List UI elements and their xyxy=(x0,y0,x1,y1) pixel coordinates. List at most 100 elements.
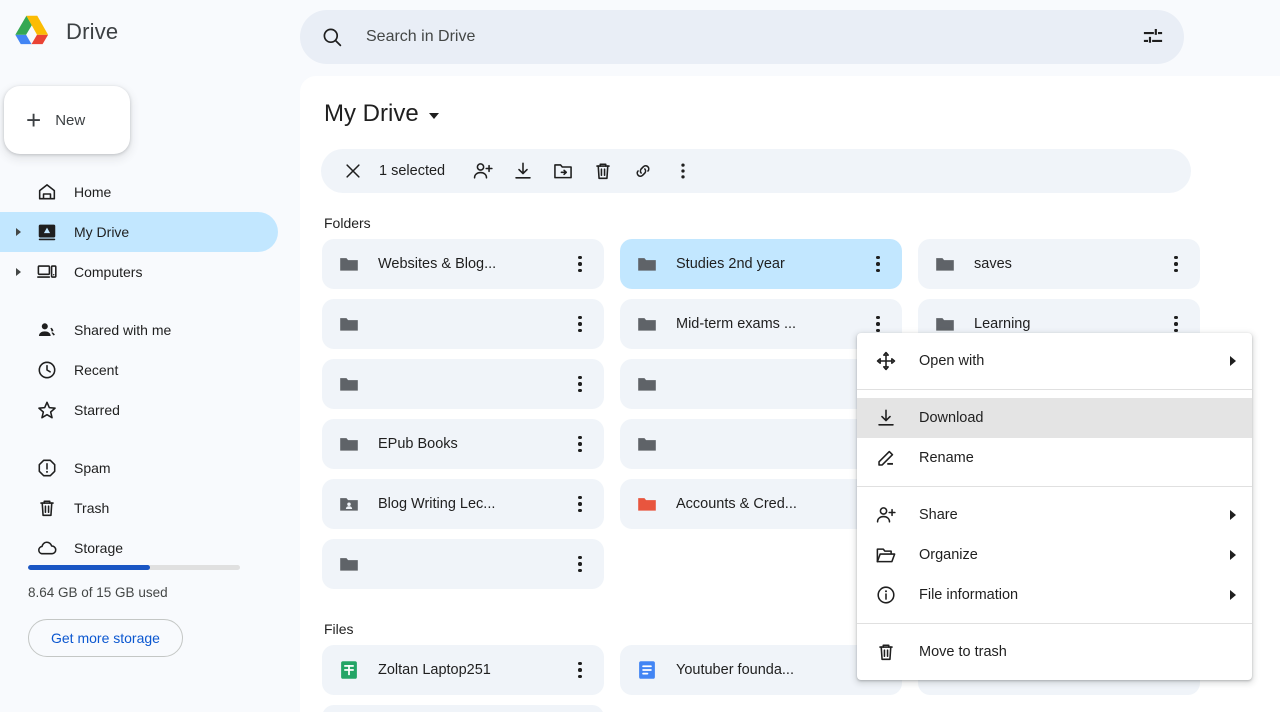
more-vert-icon xyxy=(578,554,582,574)
item-more-button[interactable] xyxy=(564,488,596,520)
folder-card[interactable]: saves xyxy=(918,239,1200,289)
folder-icon xyxy=(340,558,358,571)
toolbar-get-link-button[interactable] xyxy=(623,151,663,191)
sidebar-item-home[interactable]: Home xyxy=(0,172,278,212)
more-vert-icon xyxy=(578,314,582,334)
folder-card[interactable]: Studies 2nd year xyxy=(620,239,902,289)
nav-divider-gap-2 xyxy=(0,430,300,448)
folder-card[interactable] xyxy=(322,539,604,589)
toolbar-share-button[interactable] xyxy=(463,151,503,191)
more-vert-icon xyxy=(578,254,582,274)
folder-card[interactable]: Blog Writing Lec... xyxy=(322,479,604,529)
folder-card[interactable] xyxy=(322,299,604,349)
item-more-button[interactable] xyxy=(564,308,596,340)
folder-icon xyxy=(340,378,358,391)
menu-item-download[interactable]: Download xyxy=(857,398,1252,438)
storage-progress-fill xyxy=(28,565,151,570)
item-more-button[interactable] xyxy=(564,428,596,460)
folder-name: Mid-term exams ... xyxy=(676,316,797,332)
more-vert-icon xyxy=(876,254,880,274)
folder-name: Learning xyxy=(974,316,1031,332)
sidebar-item-shared-with-me[interactable]: Shared with me xyxy=(0,310,278,350)
more-vert-icon xyxy=(876,314,880,334)
sidebar-item-storage[interactable]: Storage xyxy=(0,528,278,568)
menu-item-label: Open with xyxy=(919,353,985,369)
folder-name: Studies 2nd year xyxy=(676,256,785,272)
folder-card[interactable]: EPub Books xyxy=(322,419,604,469)
folder-name: Blog Writing Lec... xyxy=(378,496,496,512)
get-more-storage-button[interactable]: Get more storage xyxy=(28,619,183,657)
menu-item-move-to-trash[interactable]: Move to trash xyxy=(857,632,1252,672)
google-drive-logo xyxy=(15,15,49,45)
sidebar: Drive + New Home My Drive Computers Shar… xyxy=(0,0,300,712)
more-vert-icon xyxy=(1174,254,1178,274)
folder-icon xyxy=(340,438,358,451)
home-icon xyxy=(38,184,56,200)
item-more-button[interactable] xyxy=(564,248,596,280)
person-add-icon xyxy=(876,507,896,523)
menu-item-label: Rename xyxy=(919,450,974,466)
more-vert-icon xyxy=(578,434,582,454)
people-icon xyxy=(38,323,55,337)
file-card[interactable] xyxy=(322,705,604,712)
search-input[interactable] xyxy=(366,28,1140,46)
menu-separator xyxy=(857,389,1252,390)
item-more-button[interactable] xyxy=(564,368,596,400)
folder-card[interactable]: Websites & Blog... xyxy=(322,239,604,289)
menu-item-label: Organize xyxy=(919,547,978,563)
menu-separator xyxy=(857,486,1252,487)
trash-icon xyxy=(596,163,610,180)
folder-icon xyxy=(638,498,656,511)
item-more-button[interactable] xyxy=(564,654,596,686)
chevron-down-icon[interactable] xyxy=(428,113,439,119)
tune-icon[interactable] xyxy=(1140,24,1166,50)
folder-shared-icon xyxy=(340,498,358,511)
sidebar-item-my-drive[interactable]: My Drive xyxy=(0,212,278,252)
folder-icon xyxy=(638,318,656,331)
search-bar[interactable] xyxy=(300,10,1184,64)
item-more-button[interactable] xyxy=(1160,248,1192,280)
file-card[interactable]: Zoltan Laptop251 xyxy=(322,645,604,695)
toolbar-download-button[interactable] xyxy=(503,151,543,191)
menu-item-file-information[interactable]: File information xyxy=(857,575,1252,615)
sidebar-item-label: Shared with me xyxy=(74,322,172,338)
folder-name: Accounts & Cred... xyxy=(676,496,797,512)
folder-icon xyxy=(936,318,954,331)
cloud-icon xyxy=(38,541,57,555)
folder-name: EPub Books xyxy=(378,436,458,452)
item-more-button[interactable] xyxy=(862,248,894,280)
chevron-right-icon[interactable] xyxy=(16,228,21,236)
sidebar-item-label: Storage xyxy=(74,540,124,556)
sidebar-item-label: My Drive xyxy=(74,224,130,240)
link-icon xyxy=(636,165,650,177)
toolbar-move-button[interactable] xyxy=(543,151,583,191)
sidebar-item-trash[interactable]: Trash xyxy=(0,488,278,528)
download-icon xyxy=(878,409,894,426)
toolbar-more-button[interactable] xyxy=(663,151,703,191)
person-add-icon xyxy=(473,163,493,179)
menu-item-organize[interactable]: Organize xyxy=(857,535,1252,575)
new-button[interactable]: + New xyxy=(4,86,130,154)
computers-icon xyxy=(37,265,57,278)
sidebar-item-spam[interactable]: Spam xyxy=(0,448,278,488)
page-title: My Drive xyxy=(324,100,419,127)
item-more-button[interactable] xyxy=(564,548,596,580)
sidebar-item-recent[interactable]: Recent xyxy=(0,350,278,390)
sidebar-item-computers[interactable]: Computers xyxy=(0,252,278,292)
menu-item-rename[interactable]: Rename xyxy=(857,438,1252,478)
google-sheets-icon xyxy=(341,661,357,679)
app-brand[interactable]: Drive xyxy=(0,0,300,64)
more-vert-icon xyxy=(578,660,582,680)
sidebar-item-starred[interactable]: Starred xyxy=(0,390,278,430)
toolbar-trash-button[interactable] xyxy=(583,151,623,191)
menu-item-open-with[interactable]: Open with xyxy=(857,341,1252,381)
search-icon xyxy=(323,28,342,47)
file-name: Zoltan Laptop251 xyxy=(378,662,491,678)
menu-item-share[interactable]: Share xyxy=(857,495,1252,535)
nav-divider-gap xyxy=(0,292,300,310)
chevron-right-icon xyxy=(1230,550,1236,560)
close-selection-button[interactable] xyxy=(333,151,373,191)
close-icon xyxy=(346,164,360,178)
chevron-right-icon[interactable] xyxy=(16,268,21,276)
folder-card[interactable] xyxy=(322,359,604,409)
